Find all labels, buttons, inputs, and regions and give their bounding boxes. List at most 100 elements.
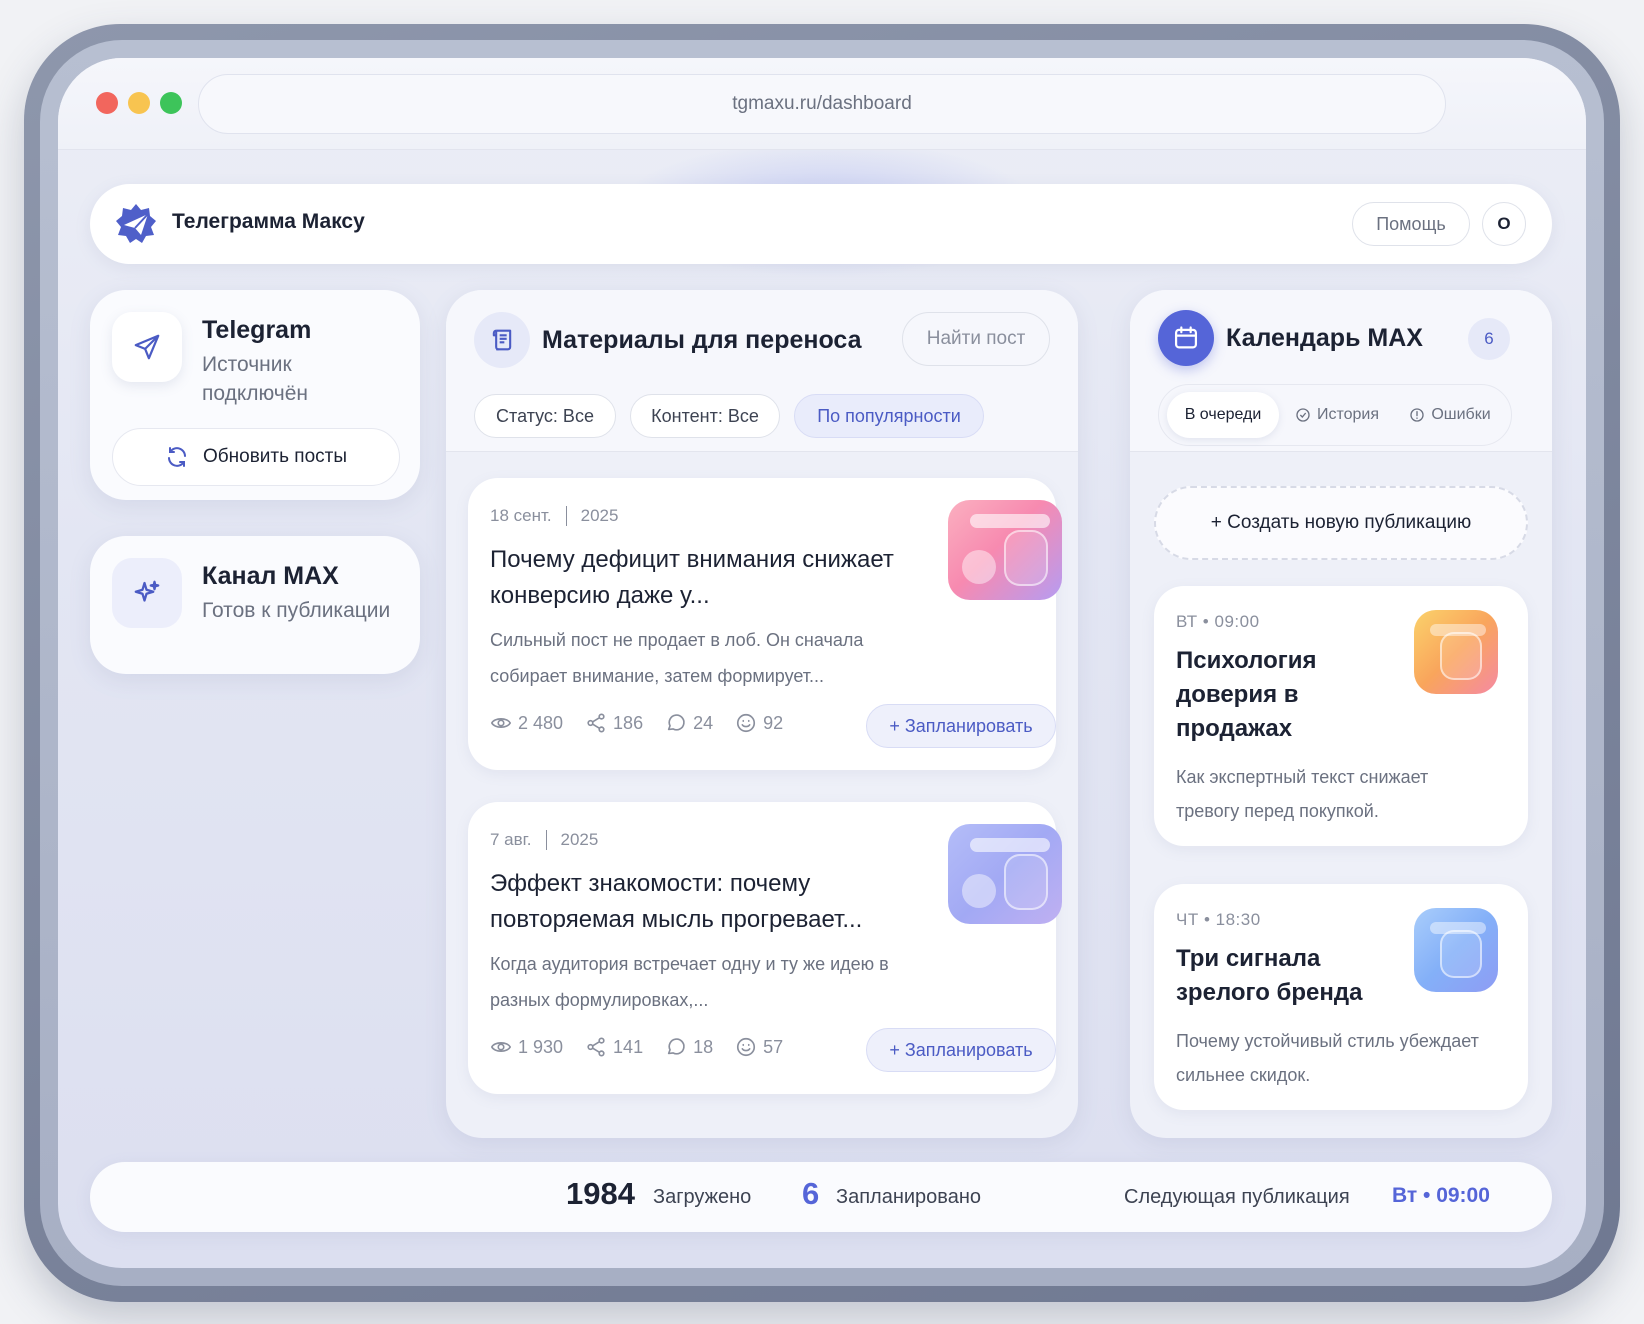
max-channel-title: Канал MAX	[202, 562, 339, 590]
avatar[interactable]: О	[1482, 202, 1526, 246]
sparkles-icon	[112, 558, 182, 628]
post-thumbnail	[948, 500, 1062, 600]
browser-window: tgmaxu.ru/dashboard Телеграмма Максу Пом…	[58, 58, 1586, 1268]
event-description: Почему устойчивый стиль убеждает сильнее…	[1176, 1031, 1479, 1085]
post-title[interactable]: Почему дефицит внимания снижает конверси…	[490, 542, 920, 614]
shares-count: 186	[613, 712, 644, 733]
schedule-button[interactable]: + Запланировать	[866, 704, 1056, 748]
views-stat: 1 930	[490, 1036, 563, 1058]
calendar-panel: Календарь MAX 6 В очереди История Ошибки…	[1130, 290, 1552, 1138]
tab-queue-label: В очереди	[1184, 406, 1262, 423]
help-button[interactable]: Помощь	[1352, 202, 1470, 246]
share-icon	[585, 1036, 607, 1058]
create-publication-button[interactable]: + Создать новую публикацию	[1154, 486, 1528, 560]
comment-icon	[665, 712, 687, 734]
app-header: Телеграмма Максу Помощь О	[90, 184, 1552, 264]
search-post-button[interactable]: Найти пост	[902, 312, 1050, 366]
queue-count-badge: 6	[1468, 318, 1510, 360]
scheduled-event-card[interactable]: ЧТ • 18:30 Три сигнала зрелого бренда По…	[1154, 884, 1528, 1110]
check-circle-icon	[1295, 407, 1311, 423]
date-divider	[565, 506, 567, 526]
post-stats: 2 480 186 24 92	[490, 712, 783, 734]
post-day: 18 сент.	[490, 506, 552, 525]
post-card[interactable]: 18 сент. 2025 Почему дефицит внимания сн…	[468, 478, 1062, 770]
event-description: Как экспертный текст снижает тревогу пер…	[1176, 767, 1429, 821]
views-stat: 2 480	[490, 712, 563, 734]
comment-icon	[665, 1036, 687, 1058]
summary-footer: 1984 Загружено 6 Запланировано Следующая…	[90, 1162, 1552, 1232]
comments-stat: 24	[665, 712, 713, 734]
refresh-posts-button[interactable]: Обновить посты	[112, 428, 400, 486]
scheduled-count: 6	[802, 1176, 820, 1211]
filter-content[interactable]: Контент: Все	[630, 394, 780, 438]
scheduled-event-card[interactable]: ВТ • 09:00 Психология доверия в продажах…	[1154, 586, 1528, 846]
tab-queue[interactable]: В очереди	[1167, 392, 1279, 438]
event-time: ВТ • 09:00	[1176, 612, 1260, 631]
post-title[interactable]: Эффект знакомости: почему повторяемая мы…	[490, 866, 920, 938]
post-card[interactable]: 7 авг. 2025 Эффект знакомости: почему по…	[468, 802, 1062, 1094]
close-window-button[interactable]	[96, 92, 118, 114]
address-bar[interactable]: tgmaxu.ru/dashboard	[198, 74, 1446, 134]
next-publication-label: Следующая публикация	[1124, 1186, 1350, 1208]
minimize-window-button[interactable]	[128, 92, 150, 114]
comments-count: 18	[693, 1036, 714, 1057]
views-count: 1 930	[518, 1036, 564, 1057]
post-stats: 1 930 141 18 57	[490, 1036, 783, 1058]
scroll-icon	[474, 312, 530, 368]
logo-icon	[114, 202, 158, 246]
eye-icon	[490, 712, 512, 734]
tab-history[interactable]: История	[1283, 392, 1391, 438]
maximize-window-button[interactable]	[160, 92, 182, 114]
post-day: 7 авг.	[490, 830, 532, 849]
calendar-tabs: В очереди История Ошибки	[1158, 384, 1512, 446]
reactions-count: 92	[763, 712, 784, 733]
telegram-source-card: Telegram Источник подключён Обновить пос…	[90, 290, 420, 500]
shares-stat: 141	[585, 1036, 643, 1058]
max-channel-status: Готов к публикации	[202, 599, 391, 622]
loaded-label: Загружено	[653, 1186, 752, 1208]
calendar-title: Календарь MAX	[1226, 324, 1423, 352]
reactions-stat: 92	[735, 712, 783, 734]
shares-count: 141	[613, 1036, 644, 1057]
address-bar-url: tgmaxu.ru/dashboard	[732, 93, 912, 114]
app-title: Телеграмма Максу	[172, 210, 365, 233]
event-title: Психология доверия в продажах	[1176, 647, 1317, 742]
event-title: Три сигнала зрелого бренда	[1176, 945, 1363, 1006]
refresh-posts-label: Обновить посты	[202, 446, 348, 467]
schedule-button[interactable]: + Запланировать	[866, 1028, 1056, 1072]
materials-header: Материалы для переноса Найти пост Статус…	[446, 290, 1078, 452]
share-icon	[585, 712, 607, 734]
source-status: Источник подключён	[202, 353, 309, 405]
next-publication-time[interactable]: Вт • 09:00	[1392, 1184, 1490, 1208]
source-title: Telegram	[202, 316, 312, 344]
calendar-icon	[1158, 310, 1214, 366]
shares-stat: 186	[585, 712, 643, 734]
refresh-icon	[165, 445, 189, 469]
tab-errors-label: Ошибки	[1431, 406, 1491, 423]
tab-history-label: История	[1316, 406, 1380, 423]
reactions-stat: 57	[735, 1036, 783, 1058]
materials-title: Материалы для переноса	[542, 326, 862, 354]
smile-icon	[735, 1036, 757, 1058]
reactions-count: 57	[763, 1036, 784, 1057]
post-description: Когда аудитория встречает одну и ту же и…	[490, 954, 889, 1010]
max-channel-card: Канал MAX Готов к публикации	[90, 536, 420, 674]
event-time: ЧТ • 18:30	[1176, 910, 1261, 929]
date-divider	[545, 830, 547, 850]
post-thumbnail	[948, 824, 1062, 924]
filter-popularity[interactable]: По популярности	[794, 394, 984, 438]
post-year: 2025	[560, 830, 599, 849]
alert-circle-icon	[1409, 407, 1425, 423]
tab-errors[interactable]: Ошибки	[1395, 392, 1505, 438]
eye-icon	[490, 1036, 512, 1058]
post-description: Сильный пост не продает в лоб. Он сначал…	[490, 630, 864, 686]
filter-status[interactable]: Статус: Все	[474, 394, 616, 438]
browser-toolbar: tgmaxu.ru/dashboard	[58, 58, 1586, 150]
post-date: 18 сент. 2025	[490, 506, 618, 526]
smile-icon	[735, 712, 757, 734]
send-icon	[112, 312, 182, 382]
comments-stat: 18	[665, 1036, 713, 1058]
event-thumbnail	[1414, 908, 1498, 992]
event-thumbnail	[1414, 610, 1498, 694]
calendar-header: Календарь MAX 6 В очереди История Ошибки	[1130, 290, 1552, 452]
